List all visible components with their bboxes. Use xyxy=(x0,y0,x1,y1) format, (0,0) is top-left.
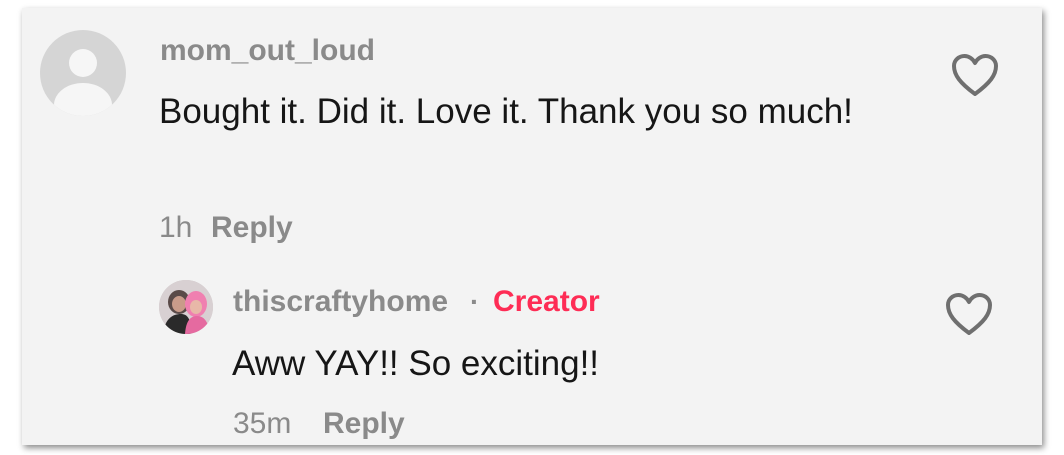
separator-dot: · xyxy=(470,286,480,317)
default-avatar-icon[interactable] xyxy=(40,30,126,116)
creator-badge: Creator xyxy=(493,285,600,318)
comment-panel: mom_out_loud Bought it. Did it. Love it.… xyxy=(22,8,1042,445)
reply-username[interactable]: thiscraftyhome xyxy=(233,285,448,319)
avatar-body-shape xyxy=(54,83,112,116)
profile-photo-avatar[interactable] xyxy=(159,280,213,334)
avatar-head-shape xyxy=(69,49,97,77)
reply-button[interactable]: Reply xyxy=(323,407,405,441)
comment-timestamp: 1h xyxy=(159,211,193,244)
reply-timestamp: 35m xyxy=(233,407,292,440)
comment-username[interactable]: mom_out_loud xyxy=(160,34,375,68)
comment-text: Bought it. Did it. Love it. Thank you so… xyxy=(159,92,853,131)
heart-outline-icon[interactable] xyxy=(944,291,994,337)
heart-outline-icon[interactable] xyxy=(950,52,1000,98)
reply-button[interactable]: Reply xyxy=(211,211,293,245)
reply-text: Aww YAY!! So exciting!! xyxy=(232,344,600,383)
profile-photo-image xyxy=(159,280,213,334)
